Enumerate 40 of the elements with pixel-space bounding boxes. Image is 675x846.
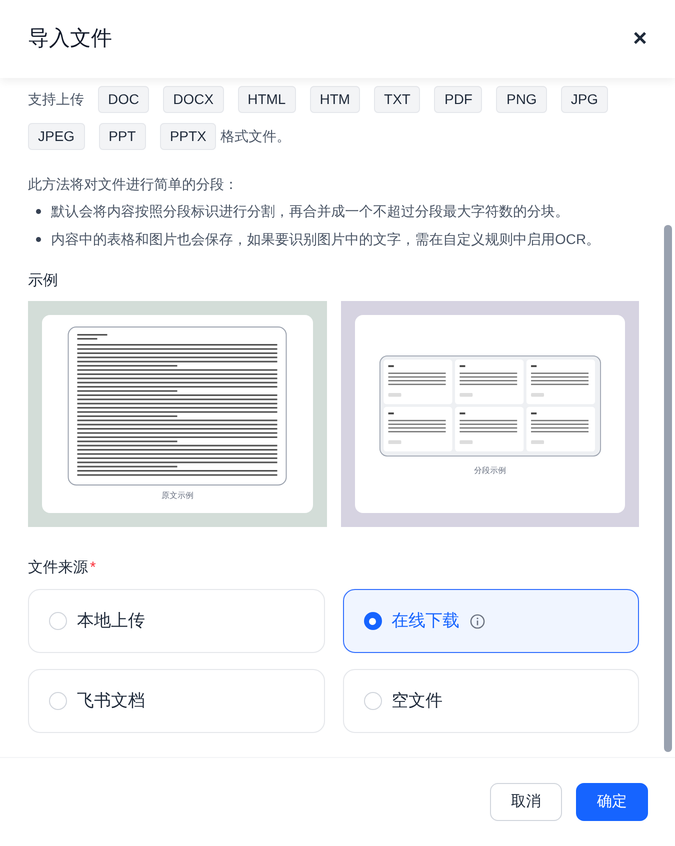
radio-button[interactable] [364, 692, 382, 710]
option-label: 本地上传 [77, 610, 145, 632]
source-option[interactable]: 在线下载 [342, 589, 639, 653]
source-label: 文件来源 [28, 558, 88, 578]
format-tag: HTML [238, 86, 296, 113]
description-bullet: 默认会将内容按照分段标识进行分割，再合并成一个不超过分段最大字符数的分块。 [51, 202, 569, 221]
image-caption: 分段示例 [474, 464, 506, 476]
format-tag: PPT [98, 123, 146, 150]
source-option[interactable]: 本地上传 [28, 589, 324, 653]
option-label: 空文件 [392, 690, 442, 712]
format-tag: DOC [98, 86, 150, 113]
source-option[interactable]: 飞书文档 [28, 669, 324, 733]
scrollbar-thumb[interactable] [664, 225, 672, 752]
format-tag: PNG [496, 86, 547, 113]
formats-suffix: 格式文件。 [220, 127, 290, 146]
confirm-button[interactable]: 确定 [576, 783, 648, 821]
formats-prefix: 支持上传 [28, 90, 84, 109]
description-bullet: 内容中的表格和图片也会保存，如果要识别图片中的文字，需在自定义规则中启用OCR。 [51, 230, 600, 249]
radio-button[interactable] [364, 612, 382, 630]
format-tag: JPG [560, 86, 608, 113]
source-option[interactable]: 空文件 [342, 669, 639, 733]
bullet-icon [36, 209, 41, 214]
format-tag: PDF [434, 86, 482, 113]
bullet-icon [36, 237, 41, 242]
format-tag: HTM [310, 86, 360, 113]
required-mark: * [90, 558, 96, 578]
format-tag: DOCX [163, 86, 224, 113]
example-label: 示例 [28, 271, 59, 291]
cancel-button[interactable]: 取消 [490, 783, 562, 821]
radio-button[interactable] [49, 692, 67, 710]
image-caption: 原文示例 [161, 490, 194, 502]
close-button[interactable]: × [632, 27, 647, 51]
radio-button[interactable] [49, 612, 67, 630]
option-label: 在线下载 [392, 610, 460, 632]
dialog-title: 导入文件 [28, 26, 112, 52]
option-label: 飞书文档 [77, 690, 145, 712]
format-tag: PPTX [160, 123, 216, 150]
format-tag: TXT [374, 86, 420, 113]
format-tag: JPEG [28, 123, 85, 150]
description-intro: 此方法将对文件进行简单的分段： [28, 175, 239, 194]
